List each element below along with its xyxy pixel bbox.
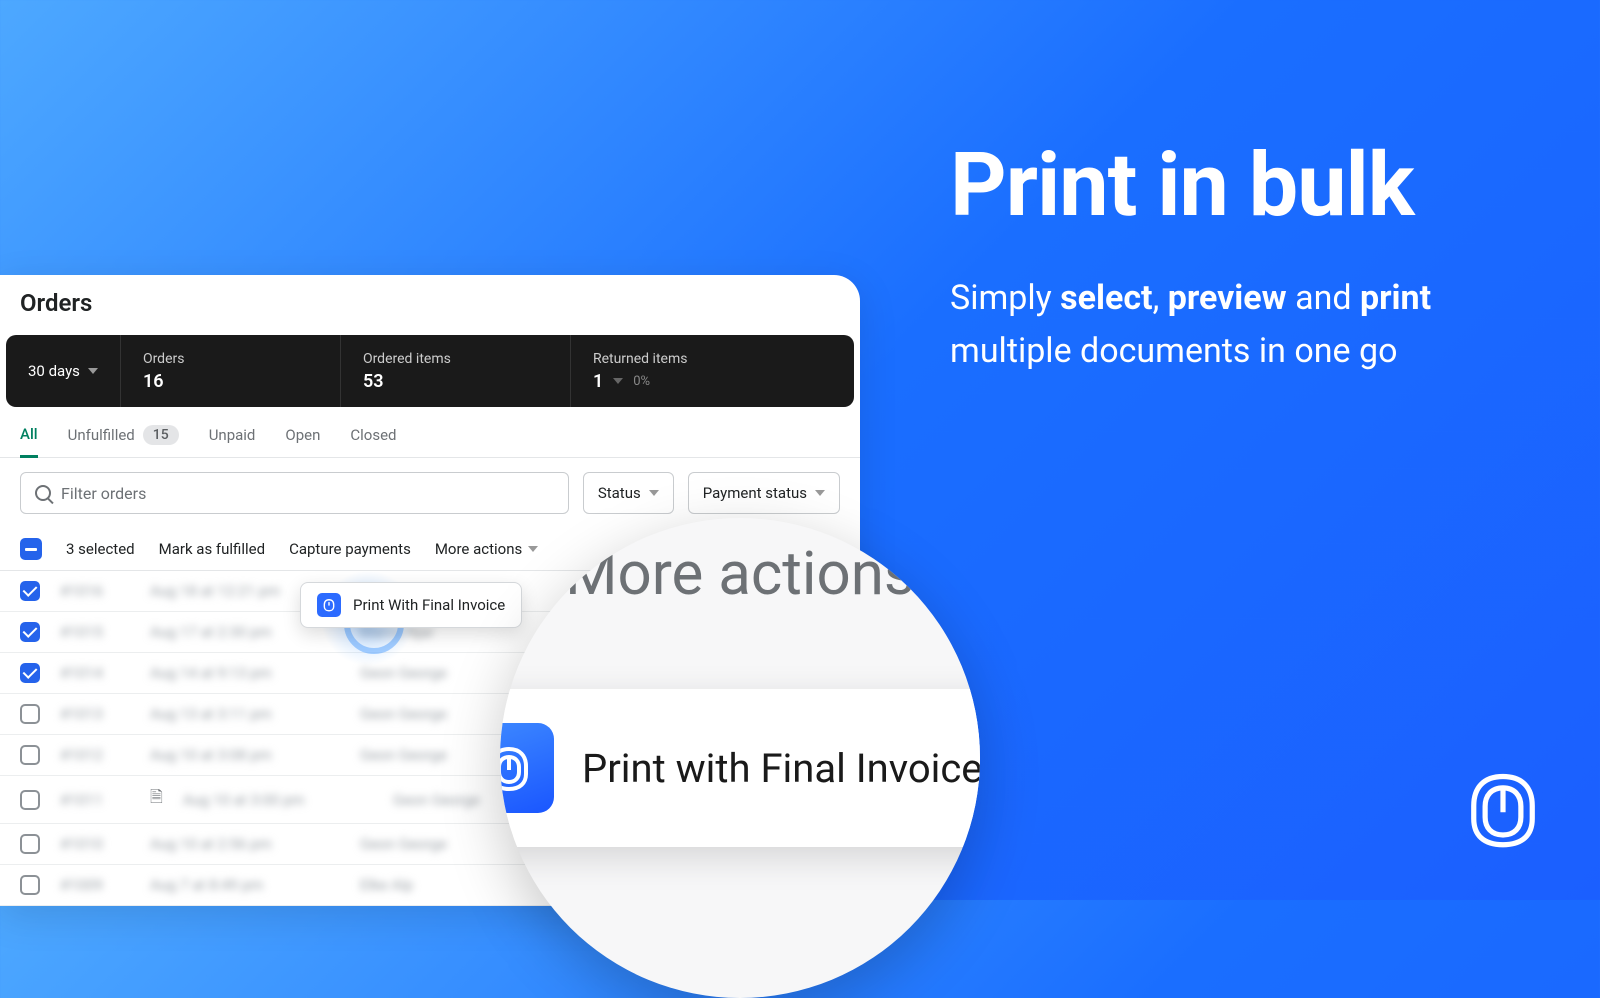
- hero-bold: select: [1060, 278, 1152, 318]
- order-id: #1016: [60, 582, 130, 600]
- tab-label: Unfulfilled: [68, 426, 135, 444]
- search-icon: [35, 485, 51, 501]
- row-checkbox[interactable]: [20, 622, 40, 642]
- status-filter[interactable]: Status: [583, 472, 674, 514]
- tab-unfulfilled[interactable]: Unfulfilled 15: [68, 425, 179, 457]
- more-actions-dropdown: Print With Final Invoice: [300, 582, 522, 628]
- summary-value: 1 0%: [593, 371, 688, 392]
- row-checkbox[interactable]: [20, 581, 40, 601]
- print-action-label: Print with Final Invoice: [582, 745, 980, 792]
- more-actions-button[interactable]: More actions: [435, 540, 538, 558]
- order-id: #1014: [60, 664, 130, 682]
- hero-text: ,: [1153, 278, 1168, 318]
- filter-label: Status: [598, 484, 641, 502]
- page-title: Orders: [0, 275, 860, 335]
- document-icon: 🗎: [150, 786, 163, 813]
- summary-items[interactable]: Ordered items 53: [341, 335, 571, 407]
- tab-closed[interactable]: Closed: [350, 425, 396, 457]
- order-customer: Geon George: [360, 746, 520, 764]
- row-checkbox[interactable]: [20, 790, 40, 810]
- dropdown-item-print[interactable]: Print With Final Invoice: [353, 596, 505, 614]
- payment-status-filter[interactable]: Payment status: [688, 472, 840, 514]
- period-selector[interactable]: 30 days: [6, 335, 121, 407]
- hero-text: Simply: [950, 278, 1060, 318]
- order-id: #1015: [60, 623, 130, 641]
- hero: Print in bulk Simply select, preview and…: [950, 140, 1450, 378]
- summary-label: Ordered items: [363, 351, 548, 367]
- order-date: Aug 10 at 2:56 pm: [150, 835, 340, 853]
- summary-label: Returned items: [593, 351, 688, 367]
- summary-value: 53: [363, 371, 548, 392]
- search-placeholder: Filter orders: [61, 484, 146, 503]
- period-label: 30 days: [28, 362, 80, 380]
- order-customer: Geon George: [360, 664, 520, 682]
- summary-pct: 0%: [633, 374, 650, 389]
- hero-text: multiple documents in one go: [950, 331, 1397, 371]
- chevron-down-icon: [88, 368, 98, 374]
- app-icon: [500, 723, 554, 813]
- print-action-card[interactable]: Print with Final Invoice: [500, 689, 980, 847]
- brand-logo: [1464, 770, 1542, 852]
- selected-count: 3 selected: [66, 540, 135, 558]
- chevron-down-icon: [649, 490, 659, 496]
- hero-title: Print in bulk: [950, 140, 1450, 232]
- order-id: #1010: [60, 835, 130, 853]
- search-input[interactable]: Filter orders: [20, 472, 569, 514]
- hero-text: and: [1287, 278, 1360, 318]
- more-actions-label: More actions: [435, 540, 522, 558]
- order-customer: Geon George: [360, 705, 520, 723]
- order-id: #1009: [60, 876, 130, 894]
- filter-label: Payment status: [703, 484, 807, 502]
- order-date: Aug 13 at 3:11 pm: [150, 705, 340, 723]
- magnifier-callout: More actions Print with Final Invoice: [500, 518, 980, 998]
- summary-returned[interactable]: Returned items 1 0%: [571, 335, 710, 407]
- tab-unpaid[interactable]: Unpaid: [209, 425, 256, 457]
- count-badge: 15: [143, 425, 179, 445]
- summary-value: 16: [143, 371, 318, 392]
- row-checkbox[interactable]: [20, 663, 40, 683]
- summary-orders[interactable]: Orders 16: [121, 335, 341, 407]
- tabs: All Unfulfilled 15 Unpaid Open Closed: [0, 407, 860, 458]
- chevron-down-icon: [815, 490, 825, 496]
- row-checkbox[interactable]: [20, 745, 40, 765]
- capture-payments-button[interactable]: Capture payments: [289, 540, 411, 558]
- order-date: Aug 10 at 3:08 pm: [150, 746, 340, 764]
- app-icon: [317, 593, 341, 617]
- order-date: Aug 7 at 8:49 pm: [150, 876, 340, 894]
- order-customer: Elke Alp: [360, 876, 520, 894]
- select-all-checkbox[interactable]: [20, 538, 42, 560]
- order-id: #1012: [60, 746, 130, 764]
- summary-bar: 30 days Orders 16 Ordered items 53 Retur…: [6, 335, 854, 407]
- hero-subtitle: Simply select, preview and print multipl…: [950, 272, 1450, 377]
- order-date: Aug 10 at 3:00 pm: [183, 791, 373, 809]
- chevron-down-icon: [528, 546, 538, 552]
- hero-bold: print: [1360, 278, 1431, 318]
- tab-all[interactable]: All: [20, 425, 38, 458]
- order-date: Aug 14 at 9:13 pm: [150, 664, 340, 682]
- summary-label: Orders: [143, 351, 318, 367]
- row-checkbox[interactable]: [20, 834, 40, 854]
- order-customer: Geon George: [360, 835, 520, 853]
- order-id: #1011: [60, 791, 130, 809]
- chevron-down-icon: [613, 378, 623, 384]
- mark-fulfilled-button[interactable]: Mark as fulfilled: [159, 540, 265, 558]
- order-id: #1013: [60, 705, 130, 723]
- row-checkbox[interactable]: [20, 704, 40, 724]
- row-checkbox[interactable]: [20, 875, 40, 895]
- tab-open[interactable]: Open: [285, 425, 320, 457]
- summary-num: 1: [593, 371, 603, 392]
- hero-bold: preview: [1168, 278, 1287, 318]
